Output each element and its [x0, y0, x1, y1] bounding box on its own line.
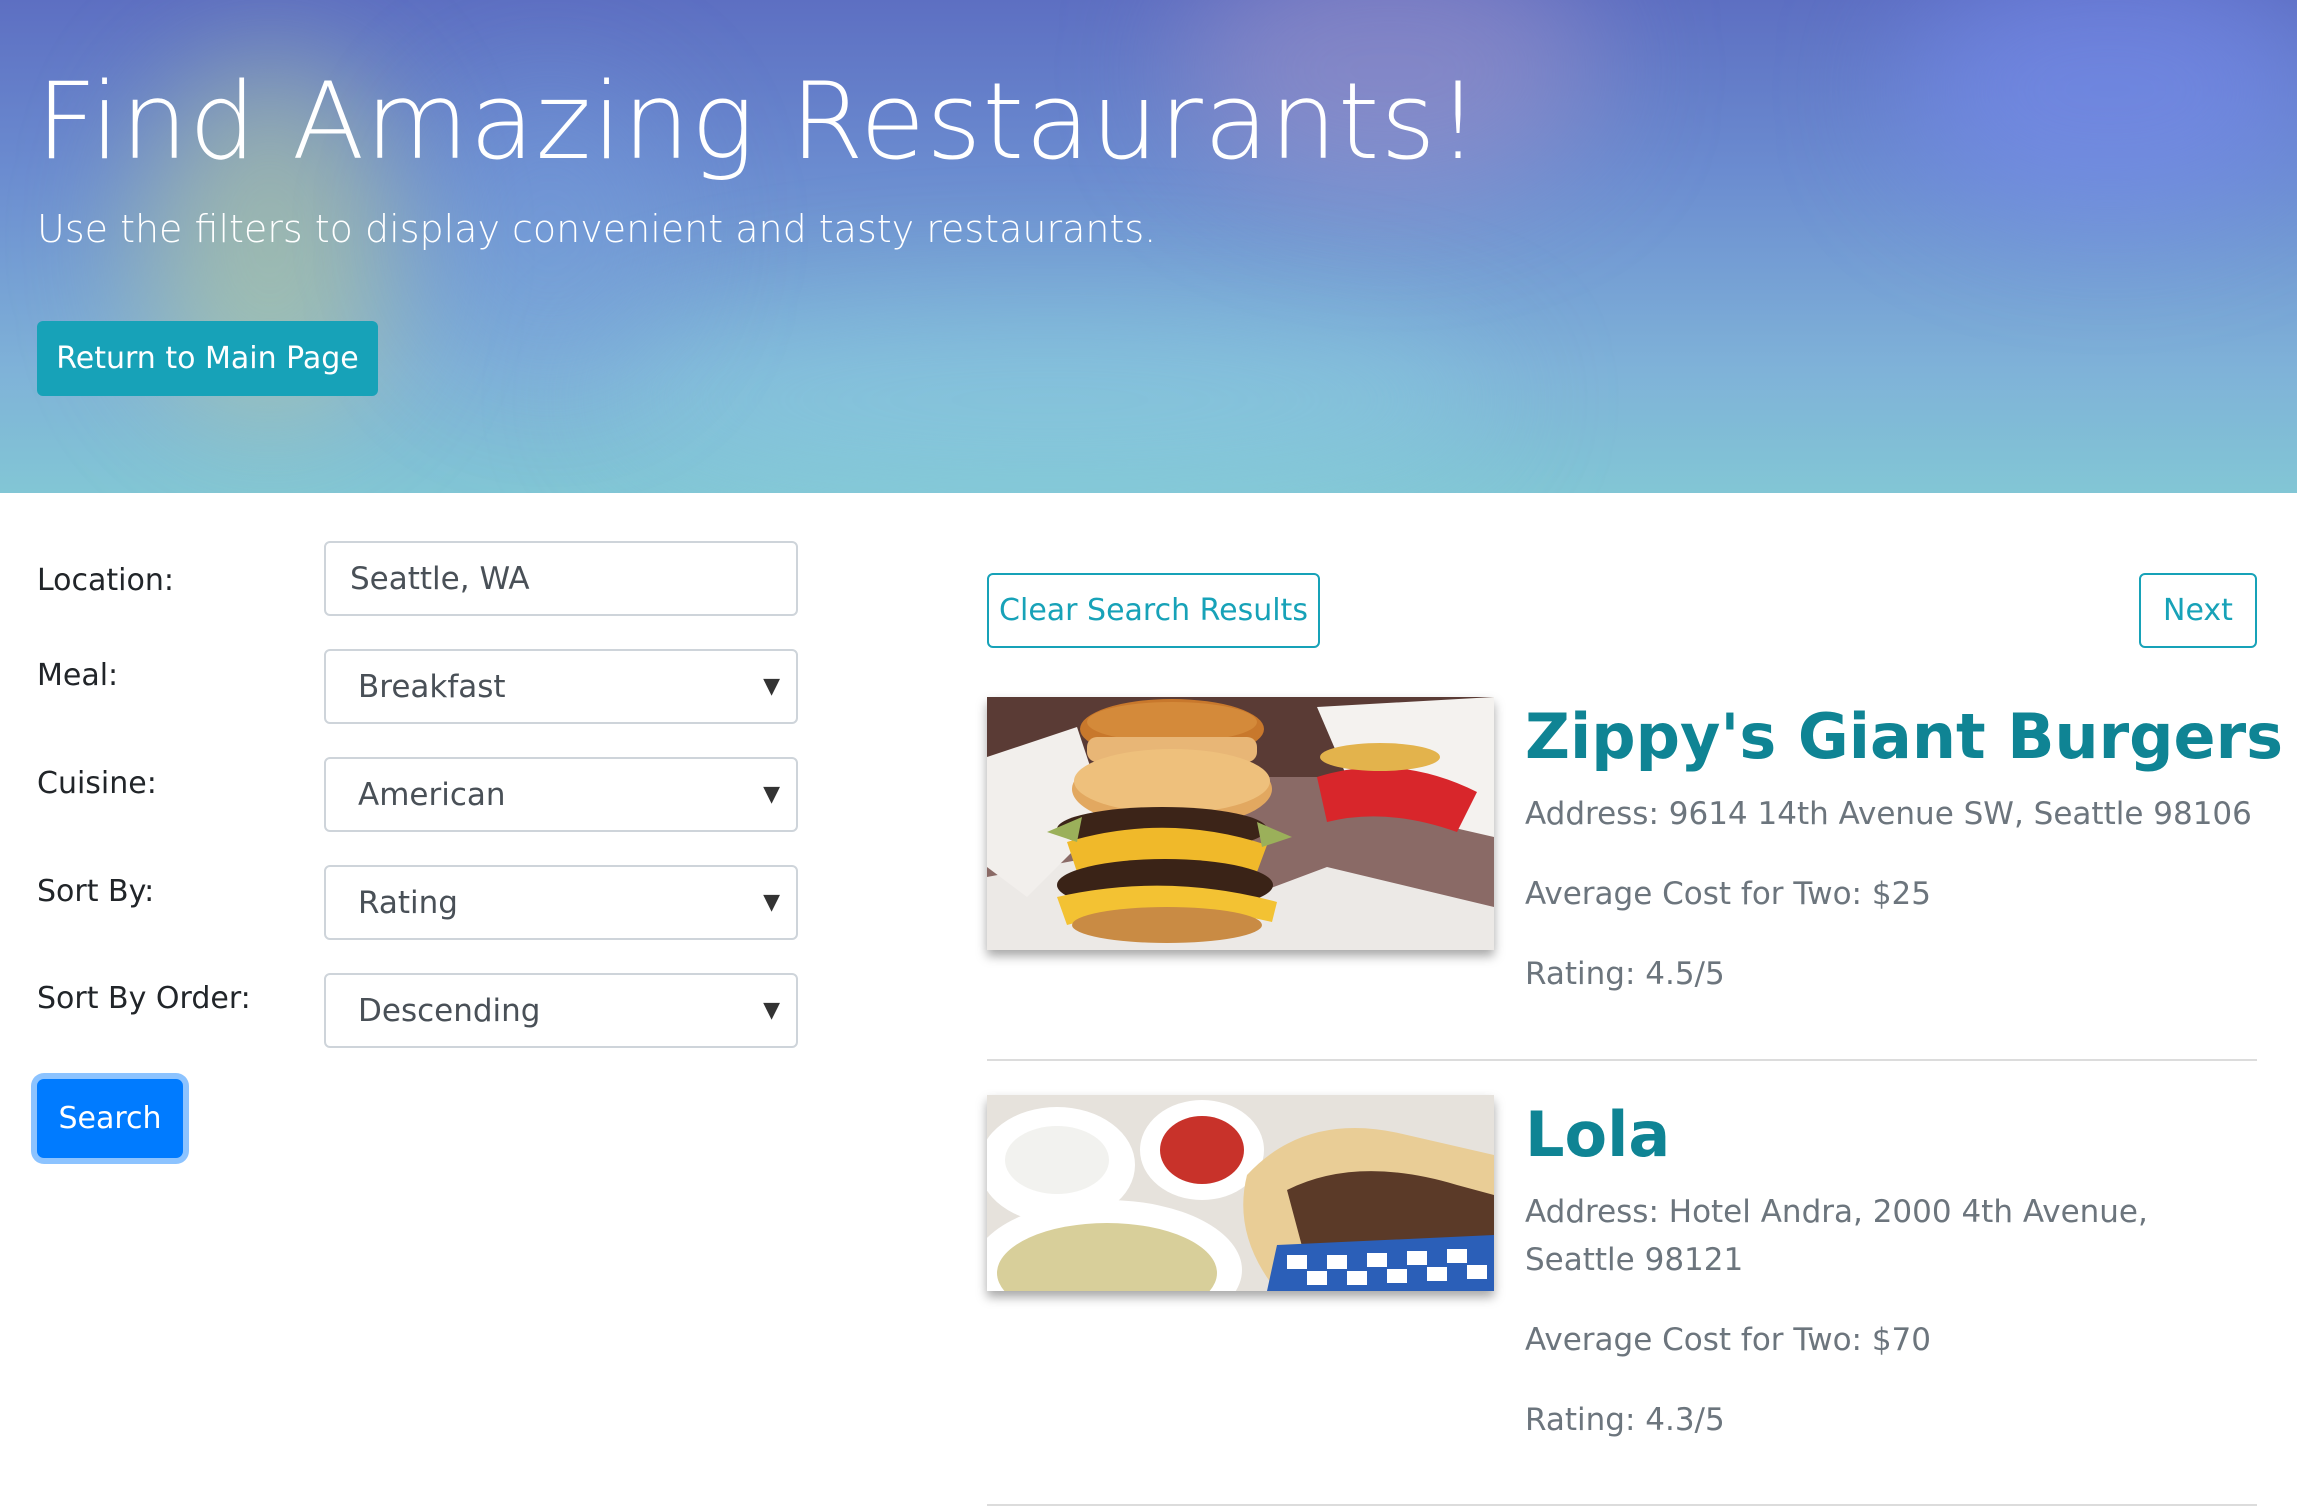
sort-order-label: Sort By Order:	[37, 981, 251, 1016]
cuisine-label: Cuisine:	[37, 766, 157, 801]
location-label: Location:	[37, 563, 174, 598]
location-input[interactable]	[324, 541, 798, 616]
caret-down-icon: ▼	[763, 674, 780, 699]
sort-by-select[interactable]: Rating ▼	[324, 865, 798, 940]
page-subtitle: Use the filters to display convenient an…	[37, 207, 1157, 251]
restaurant-name[interactable]: Lola	[1525, 1095, 1670, 1175]
caret-down-icon: ▼	[763, 998, 780, 1023]
restaurant-name[interactable]: Zippy's Giant Burgers	[1525, 697, 2283, 777]
sort-order-select[interactable]: Descending ▼	[324, 973, 798, 1048]
food-photo[interactable]	[987, 1095, 1494, 1291]
restaurant-rating: Rating: 4.3/5	[1525, 1402, 1725, 1438]
search-button[interactable]: Search	[37, 1079, 183, 1158]
page-title: Find Amazing Restaurants!	[36, 60, 1481, 183]
hero-banner: Find Amazing Restaurants! Use the filter…	[0, 0, 2297, 493]
result-divider	[987, 1504, 2257, 1506]
sort-by-label: Sort By:	[37, 874, 155, 909]
burger-image	[987, 697, 1494, 950]
restaurant-cost: Average Cost for Two: $25	[1525, 876, 1931, 912]
burger-photo[interactable]	[987, 697, 1494, 950]
restaurant-address: Address: 9614 14th Avenue SW, Seattle 98…	[1525, 796, 2252, 832]
cuisine-select[interactable]: American ▼	[324, 757, 798, 832]
return-to-main-page-button[interactable]: Return to Main Page	[37, 321, 378, 396]
cuisine-select-value: American	[358, 776, 506, 813]
result-divider	[987, 1059, 2257, 1061]
mediterranean-food-image	[987, 1095, 1494, 1291]
sort-order-select-value: Descending	[358, 992, 541, 1029]
next-button[interactable]: Next	[2139, 573, 2257, 648]
restaurant-address: Address: Hotel Andra, 2000 4th Avenue, S…	[1525, 1194, 2148, 1278]
caret-down-icon: ▼	[763, 782, 780, 807]
caret-down-icon: ▼	[763, 890, 780, 915]
meal-label: Meal:	[37, 658, 119, 693]
meal-select[interactable]: Breakfast ▼	[324, 649, 798, 724]
page: Find Amazing Restaurants! Use the filter…	[0, 0, 2297, 1509]
sort-by-select-value: Rating	[358, 884, 458, 921]
clear-search-results-button[interactable]: Clear Search Results	[987, 573, 1320, 648]
restaurant-cost: Average Cost for Two: $70	[1525, 1322, 1931, 1358]
meal-select-value: Breakfast	[358, 668, 506, 705]
restaurant-rating: Rating: 4.5/5	[1525, 956, 1725, 992]
